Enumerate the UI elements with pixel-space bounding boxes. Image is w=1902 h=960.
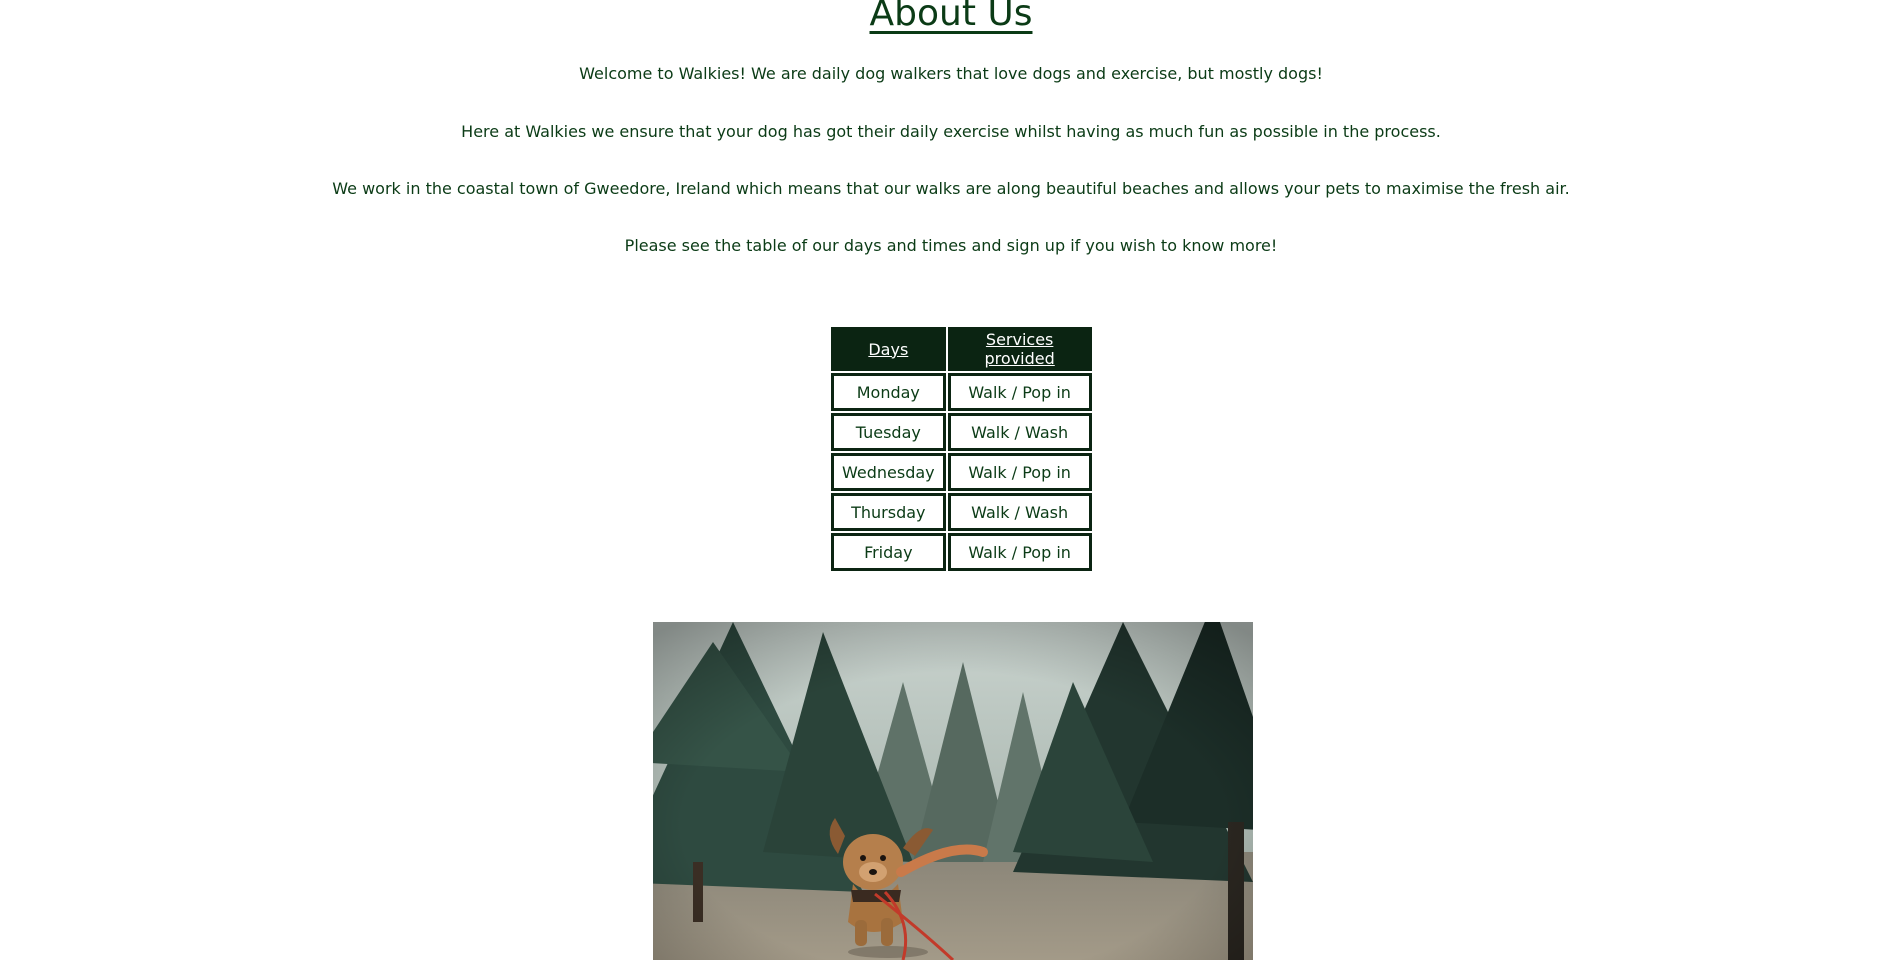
dog-running-photo	[653, 622, 1253, 960]
page-title: About Us	[0, 0, 1902, 36]
table-row: Friday Walk / Pop in	[831, 533, 1092, 571]
day-cell: Wednesday	[831, 453, 946, 491]
day-cell: Monday	[831, 373, 946, 411]
table-intro-paragraph: Please see the table of our days and tim…	[624, 236, 1278, 255]
service-cell: Walk / Wash	[947, 413, 1092, 451]
schedule-table: Days Services provided Monday Walk / Pop…	[829, 325, 1094, 573]
dog-running-illustration	[653, 622, 1253, 960]
table-row: Monday Walk / Pop in	[831, 373, 1092, 411]
service-cell: Walk / Pop in	[947, 533, 1092, 571]
service-cell: Walk / Pop in	[947, 373, 1092, 411]
services-column-header: Services provided	[947, 327, 1092, 371]
table-row: Tuesday Walk / Wash	[831, 413, 1092, 451]
service-cell: Walk / Pop in	[947, 453, 1092, 491]
day-cell: Thursday	[831, 493, 946, 531]
mission-paragraph: Here at Walkies we ensure that your dog …	[461, 122, 1441, 141]
schedule-header-row: Days Services provided	[831, 327, 1092, 371]
table-row: Wednesday Walk / Pop in	[831, 453, 1092, 491]
intro-paragraph: Welcome to Walkies! We are daily dog wal…	[579, 64, 1323, 83]
day-cell: Friday	[831, 533, 946, 571]
days-column-header: Days	[831, 327, 946, 371]
table-row: Thursday Walk / Wash	[831, 493, 1092, 531]
service-cell: Walk / Wash	[947, 493, 1092, 531]
location-paragraph: We work in the coastal town of Gweedore,…	[332, 179, 1570, 198]
day-cell: Tuesday	[831, 413, 946, 451]
page-title-text: About Us	[869, 0, 1033, 34]
